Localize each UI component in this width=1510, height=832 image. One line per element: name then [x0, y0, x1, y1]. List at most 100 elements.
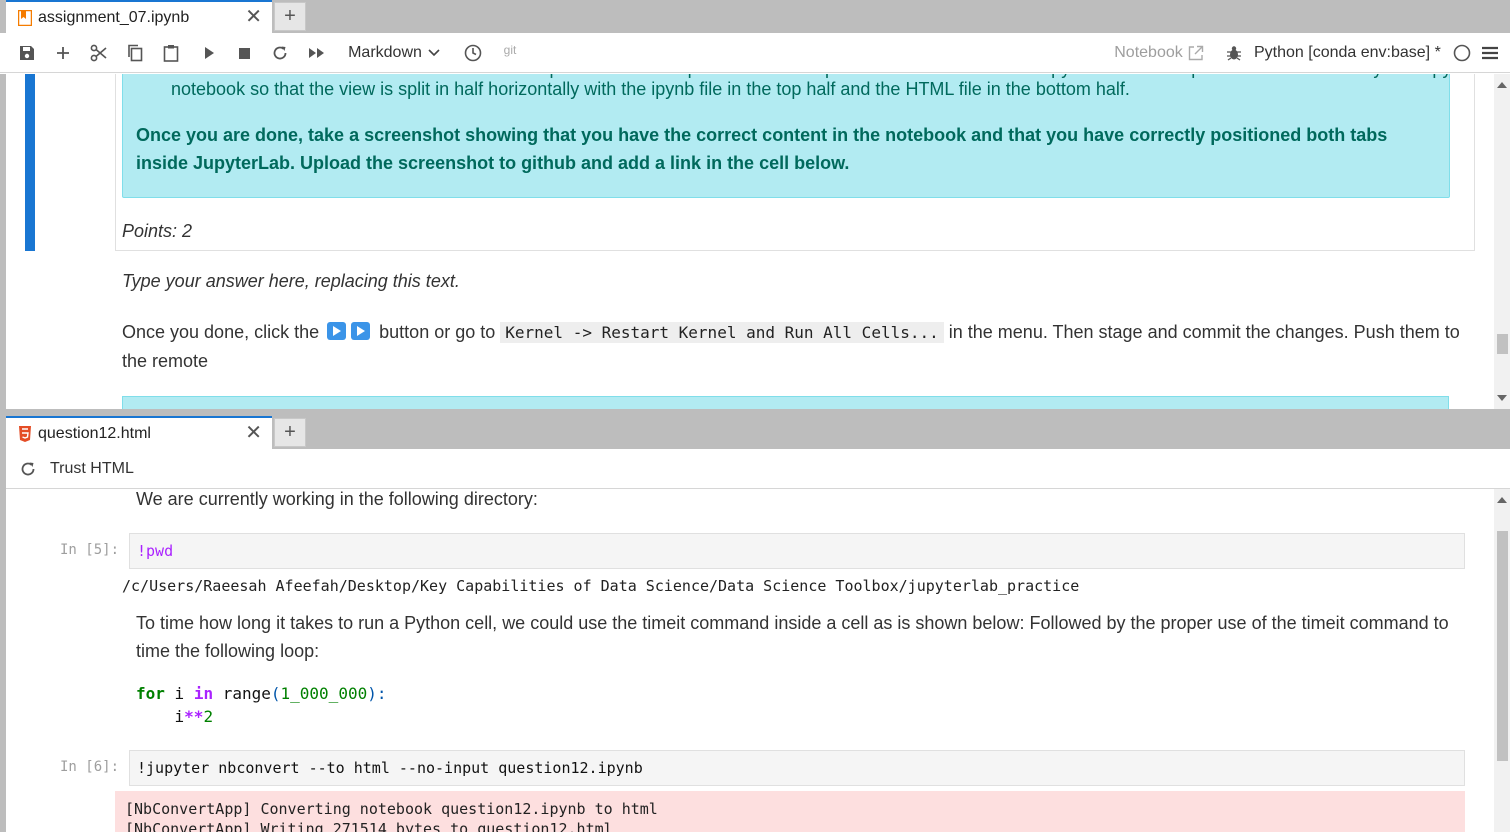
scroll-thumb[interactable]: [1497, 334, 1508, 354]
paren-close: ):: [367, 684, 387, 703]
restart-button[interactable]: [267, 33, 293, 73]
kernel-name[interactable]: Python [conda env:base] *: [1254, 33, 1450, 73]
refresh-icon: [273, 46, 287, 60]
alert-box: 3. Run the entire notebook to create the…: [122, 74, 1450, 198]
paren-open: (: [270, 684, 281, 703]
stop-icon: [238, 47, 250, 59]
copy-button[interactable]: [122, 33, 148, 73]
left-window-border: [0, 74, 6, 832]
tab-label: question12.html: [38, 425, 151, 442]
open-notebook-button[interactable]: Notebook: [1108, 33, 1210, 73]
refresh-icon: [21, 462, 35, 476]
cell6-prompt: In [6]:: [60, 759, 120, 775]
cell5-output: /c/Users/Raeesah Afeefah/Desktop/Key Cap…: [122, 577, 1080, 595]
debugger-button[interactable]: [1222, 33, 1246, 73]
power-operator: **: [184, 707, 204, 726]
cell6-code: !jupyter nbconvert --to html --no-input …: [137, 759, 643, 777]
html-viewer-toolbar: Trust HTML: [0, 449, 1510, 489]
timeit-text: To time how long it takes to run a Pytho…: [136, 609, 1456, 665]
fast-forward-icon: [309, 48, 324, 58]
cell-type-select[interactable]: Markdown: [340, 33, 448, 73]
kernel-idle-icon: [1453, 44, 1471, 62]
scroll-up-icon[interactable]: [1497, 82, 1507, 88]
cell5-code: !pwd: [137, 542, 174, 560]
body-var: i: [136, 707, 185, 726]
bottom-tab-bar: question12.html ✕ +: [0, 409, 1510, 449]
menu-button[interactable]: [1478, 33, 1502, 73]
points-label: Points: 2: [122, 221, 193, 241]
loop-number: 1_000_000: [280, 684, 368, 703]
close-icon[interactable]: ✕: [245, 422, 262, 444]
scroll-up-icon[interactable]: [1497, 497, 1507, 503]
notebook-icon: [18, 10, 32, 26]
git-label: git: [503, 43, 517, 57]
git-button[interactable]: git: [496, 33, 524, 67]
exponent: 2: [203, 707, 214, 726]
markdown-cell[interactable]: 3. Run the entire notebook to create the…: [115, 74, 1475, 251]
keyword-for: for: [136, 684, 165, 703]
keyword-in: in: [193, 684, 214, 703]
loop-var: i: [164, 684, 194, 703]
plus-icon: [57, 47, 69, 59]
external-link-icon: [1188, 45, 1203, 61]
run-text-after: in the menu. Then stage and commit the c…: [948, 322, 1460, 342]
clock-icon: [464, 44, 482, 62]
cell-type-value: Markdown: [348, 44, 422, 61]
kernel-label: Python [conda env:base] *: [1254, 44, 1441, 61]
run-text-middle: button or go to: [379, 322, 496, 342]
html-viewer-panel: We are currently working in the followin…: [0, 489, 1510, 832]
clock-button[interactable]: [460, 33, 486, 73]
loop-code-block: for i in range(1_000_000): i**2: [136, 682, 386, 728]
add-tab-button[interactable]: +: [274, 2, 306, 31]
answer-placeholder[interactable]: Type your answer here, replacing this te…: [122, 267, 460, 295]
bold-instruction: Once you are done, take a screenshot sho…: [136, 125, 1388, 173]
timeit-line1: To time how long it takes to run a Pytho…: [136, 613, 1449, 633]
cell5-input: !pwd: [129, 533, 1465, 569]
tab-question12-html[interactable]: question12.html ✕: [6, 416, 272, 449]
save-icon: [20, 46, 34, 60]
run-all-command: Kernel -> Restart Kernel and Run All Cel…: [500, 322, 944, 343]
active-cell-indicator: [25, 74, 35, 251]
stderr-output: [NbConvertApp] Converting notebook quest…: [115, 791, 1465, 832]
tab-label: assignment_07.ipynb: [38, 9, 190, 26]
paste-button[interactable]: [158, 33, 184, 73]
play-icon: [205, 47, 214, 59]
copy-icon: [128, 44, 143, 62]
save-button[interactable]: [14, 33, 40, 73]
trust-html-button[interactable]: Trust HTML: [50, 449, 140, 489]
stderr-line2: [NbConvertApp] Writing 271514 bytes to q…: [125, 820, 613, 832]
tab-assignment-notebook[interactable]: assignment_07.ipynb ✕: [6, 0, 272, 33]
chevron-down-icon: [428, 49, 440, 57]
cut-button[interactable]: [86, 33, 112, 73]
directory-text: We are currently working in the followin…: [136, 489, 538, 509]
alert-box-next: [122, 396, 1449, 409]
restart-run-all-button[interactable]: [304, 33, 330, 73]
kernel-status: [1450, 33, 1474, 73]
run-instructions: Once you done, click the button or go to…: [122, 318, 1462, 375]
cell6-input: !jupyter nbconvert --to html --no-input …: [129, 750, 1465, 786]
run-text-line2: the remote: [122, 351, 209, 371]
add-tab-button[interactable]: +: [274, 418, 306, 447]
instruction-item-text: notebook so that the view is split in ha…: [171, 79, 1130, 99]
stderr-line1: [NbConvertApp] Converting notebook quest…: [125, 800, 658, 818]
fast-forward-button-icon: [327, 322, 371, 340]
html-scrollbar[interactable]: [1494, 489, 1510, 832]
scroll-down-icon[interactable]: [1497, 395, 1507, 401]
add-cell-button[interactable]: [50, 33, 76, 73]
html5-icon: [19, 426, 31, 442]
close-icon[interactable]: ✕: [245, 6, 262, 28]
clipboard-icon: [163, 45, 179, 62]
hamburger-icon: [1482, 46, 1498, 60]
top-tab-bar: assignment_07.ipynb ✕ +: [0, 0, 1510, 33]
interrupt-button[interactable]: [231, 33, 257, 73]
trust-html-label: Trust HTML: [50, 460, 134, 477]
bug-icon: [1227, 46, 1241, 61]
timeit-line2: time the following loop:: [136, 641, 320, 661]
run-text-before: Once you done, click the: [122, 322, 320, 342]
run-button[interactable]: [196, 33, 222, 73]
notebook-label: Notebook: [1114, 44, 1183, 61]
notebook-scrollbar[interactable]: [1494, 74, 1510, 409]
scroll-thumb[interactable]: [1497, 531, 1508, 761]
notebook-panel: 3. Run the entire notebook to create the…: [0, 74, 1510, 409]
refresh-button[interactable]: [16, 449, 40, 489]
